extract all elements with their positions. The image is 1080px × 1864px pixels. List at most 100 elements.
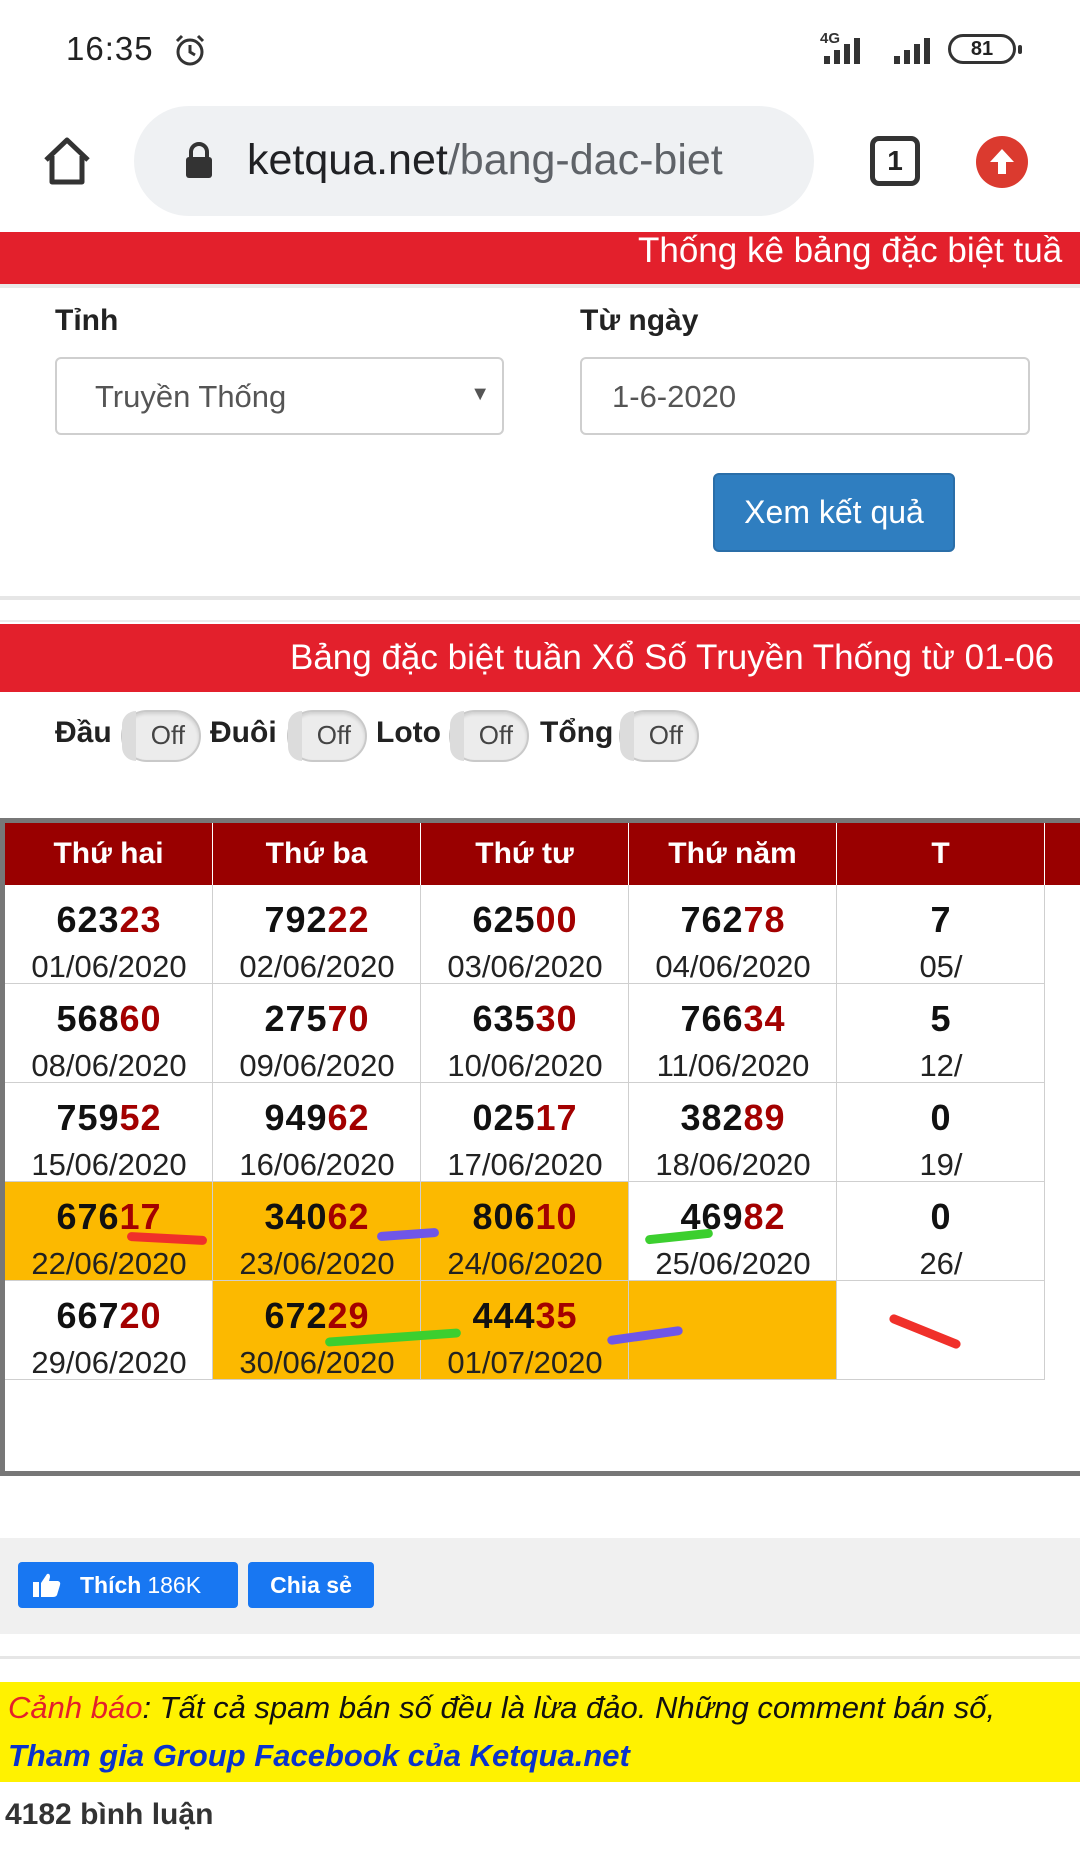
result-number: 62323: [5, 899, 213, 941]
special-prize-table: Thứ hai Thứ ba Thứ tư Thứ năm T 62323 01/…: [0, 818, 1080, 1476]
result-number: 76278: [629, 899, 837, 941]
result-number-tail: 35: [535, 1295, 578, 1336]
caret-down-icon: ▼: [470, 383, 490, 405]
table-header-row: Thứ hai Thứ ba Thứ tư Thứ năm T: [5, 823, 1080, 885]
result-date: 18/06/2020: [655, 1147, 811, 1182]
result-cell: [837, 1281, 1045, 1380]
result-date: 09/06/2020: [239, 1048, 395, 1083]
result-number: 0: [837, 1196, 1045, 1238]
signal-icon: [824, 38, 860, 64]
result-number-tail: 17: [535, 1097, 578, 1138]
result-date: 29/06/2020: [31, 1345, 187, 1380]
result-number-head: 0: [930, 1097, 952, 1138]
result-date: 24/06/2020: [447, 1246, 603, 1281]
result-cell: 27570 09/06/2020: [213, 984, 421, 1083]
table-row: 75952 15/06/2020 94962 16/06/2020 02517 17/06…: [5, 1083, 1080, 1182]
url-text[interactable]: ketqua.net/bang-dac-biet: [247, 136, 723, 185]
province-label: Tỉnh: [55, 304, 119, 337]
result-number: 75952: [5, 1097, 213, 1139]
result-number-tail: 17: [119, 1196, 162, 1237]
result-number-head: 762: [680, 899, 744, 940]
result-number-head: 667: [56, 1295, 120, 1336]
result-date: 08/06/2020: [31, 1048, 187, 1083]
arrow-up-icon: [990, 149, 1014, 174]
from-date-value: 1-6-2020: [612, 379, 737, 414]
browser-toolbar: ketqua.net/bang-dac-biet 1: [0, 96, 1080, 232]
result-number-tail: 60: [119, 998, 162, 1039]
result-cell: 76634 11/06/2020: [629, 984, 837, 1083]
result-number: 80610: [421, 1196, 629, 1238]
divider: [0, 596, 1080, 600]
result-date: 10/06/2020: [447, 1048, 603, 1083]
view-results-button[interactable]: Xem kết quả: [713, 473, 955, 552]
result-number-tail: 82: [743, 1196, 786, 1237]
home-icon[interactable]: [38, 132, 96, 190]
result-cell: 75952 15/06/2020: [5, 1083, 213, 1182]
warning-text: Cảnh báo: Tất cả spam bán số đều là lừa …: [8, 1690, 995, 1726]
result-number-head: 340: [264, 1196, 328, 1237]
result-number-head: 0: [930, 1196, 952, 1237]
header-thursday: Thứ năm: [629, 823, 837, 885]
from-date-label: Từ ngày: [580, 304, 699, 337]
address-bar[interactable]: ketqua.net/bang-dac-biet: [134, 106, 814, 216]
province-select[interactable]: Truyền Thống ▼: [55, 357, 504, 435]
result-number-head: 635: [472, 998, 536, 1039]
toggle-loto[interactable]: Off: [449, 710, 529, 762]
result-date: 04/06/2020: [655, 949, 811, 984]
province-select-value: Truyền Thống: [95, 379, 287, 414]
result-number-tail: 23: [119, 899, 162, 940]
result-number: 46982: [629, 1196, 837, 1238]
toggle-label-dau: Đầu: [55, 716, 112, 749]
toggle-tong[interactable]: Off: [619, 710, 699, 762]
update-button[interactable]: [976, 136, 1028, 188]
facebook-like-button[interactable]: Thích 186K: [18, 1562, 238, 1608]
table-row: 62323 01/06/2020 79222 02/06/2020 62500 03/06…: [5, 885, 1080, 984]
stats-banner: Thống kê bảng đặc biệt tuầ: [0, 232, 1080, 284]
result-date: 23/06/2020: [239, 1246, 395, 1281]
toggle-dau[interactable]: Off: [121, 710, 201, 762]
lock-icon: [186, 142, 212, 178]
result-date: 17/06/2020: [447, 1147, 603, 1182]
like-label: Thích: [80, 1572, 142, 1598]
page-content: Thống kê bảng đặc biệt tuầ Tỉnh Từ ngày …: [0, 232, 1080, 1864]
header-friday: T: [837, 823, 1045, 885]
facebook-group-link[interactable]: Tham gia Group Facebook của Ketqua.net: [8, 1738, 630, 1774]
result-number-head: 382: [680, 1097, 744, 1138]
result-date: 19/: [919, 1147, 963, 1182]
result-number-head: 672: [264, 1295, 328, 1336]
result-number: 79222: [213, 899, 421, 941]
toggle-label-tong: Tổng: [540, 716, 614, 749]
result-number-tail: 62: [327, 1097, 370, 1138]
facebook-share-button[interactable]: Chia sẻ: [248, 1562, 374, 1608]
result-number: 62500: [421, 899, 629, 941]
result-cell: 67617 22/06/2020: [5, 1182, 213, 1281]
thumbs-up-icon: [33, 1573, 61, 1597]
table-title-banner: Bảng đặc biệt tuần Xổ Số Truyền Thống từ…: [0, 624, 1080, 692]
result-number-tail: 62: [327, 1196, 370, 1237]
result-cell: 80610 24/06/2020: [421, 1182, 629, 1281]
result-number-head: 625: [472, 899, 536, 940]
result-number: 76634: [629, 998, 837, 1040]
result-cell: 0 19/: [837, 1083, 1045, 1182]
result-number: 0: [837, 1097, 1045, 1139]
result-number: 67617: [5, 1196, 213, 1238]
result-cell: 5 12/: [837, 984, 1045, 1083]
result-number: 02517: [421, 1097, 629, 1139]
result-cell: 62323 01/06/2020: [5, 885, 213, 984]
toggle-duoi[interactable]: Off: [287, 710, 367, 762]
result-cell: 67229 30/06/2020: [213, 1281, 421, 1380]
result-number-tail: 29: [327, 1295, 370, 1336]
status-time: 16:35: [66, 30, 154, 67]
tab-switcher-button[interactable]: 1: [870, 136, 920, 186]
result-date: 22/06/2020: [31, 1246, 187, 1281]
result-number: 63530: [421, 998, 629, 1040]
result-date: 11/06/2020: [656, 1048, 810, 1083]
result-number-head: 568: [56, 998, 120, 1039]
result-number: 56860: [5, 998, 213, 1040]
result-cell: 79222 02/06/2020: [213, 885, 421, 984]
like-count: 186K: [147, 1572, 202, 1598]
result-number-head: 623: [56, 899, 120, 940]
result-cell: 56860 08/06/2020: [5, 984, 213, 1083]
from-date-input[interactable]: 1-6-2020: [580, 357, 1030, 435]
result-cell: 62500 03/06/2020: [421, 885, 629, 984]
